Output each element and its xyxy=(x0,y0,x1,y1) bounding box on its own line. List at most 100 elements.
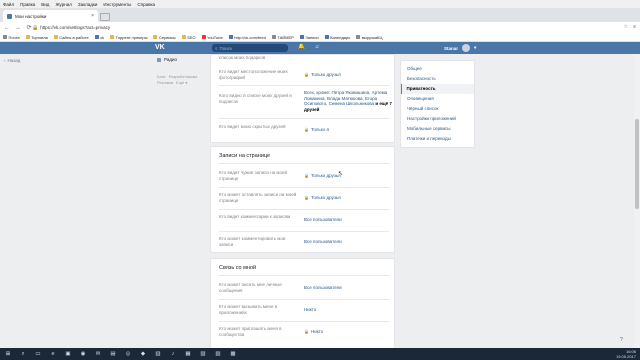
browser-menubar: Файл Правка Вид Журнал Закладки Инструме… xyxy=(0,0,640,8)
footer-link[interactable]: Ещё ▾ xyxy=(176,80,187,85)
url-field[interactable]: 🔒 https://vk.com/settings?act=privacy xyxy=(32,24,592,31)
lock-icon: 🔒 xyxy=(304,173,309,178)
settings-row: Кто может комментировать мои записи Все … xyxy=(219,234,389,251)
left-back-link: ‹ Назад xyxy=(4,58,20,63)
app-icon[interactable]: ▩ xyxy=(229,351,237,357)
row-value[interactable]: 🔒 Только друзья xyxy=(304,72,394,78)
user-menu[interactable]: Stanar ▾ xyxy=(444,44,476,52)
footer-link[interactable]: Разработчикам xyxy=(169,74,197,79)
app-icon[interactable]: ▦ xyxy=(184,351,192,357)
bookmark-item[interactable]: Сайты в работе xyxy=(53,35,89,40)
youtube-icon xyxy=(201,35,206,39)
section-divider xyxy=(219,275,389,276)
system-clock[interactable]: 16:06 19.05.2017 xyxy=(606,349,636,359)
url-text: https://vk.com/settings?act=privacy xyxy=(40,25,111,30)
settings-nav-payments[interactable]: Платежи и переводы xyxy=(401,134,474,144)
explorer-icon[interactable]: ▣ xyxy=(64,351,72,357)
settings-nav-notifications[interactable]: Оповещения xyxy=(401,94,474,104)
mail-icon[interactable]: ✉ xyxy=(94,351,102,357)
lock-icon: 🔒 xyxy=(304,72,309,77)
row-label: Кого видно в списке моих друзей и подпис… xyxy=(219,93,292,104)
settings-nav-apps[interactable]: Настройки приложений xyxy=(401,114,474,124)
footer-link[interactable]: Реклама xyxy=(157,80,173,85)
row-label: Кто видит комментарии к записям xyxy=(219,214,291,219)
timer-icon xyxy=(271,35,276,39)
row-label: Кто может комментировать мои записи xyxy=(219,236,286,247)
app-icon[interactable]: ▥ xyxy=(154,351,162,357)
vk-search-input[interactable]: ⌕ Поиск xyxy=(212,44,288,52)
app-icon[interactable]: ◎ xyxy=(124,351,132,357)
menu-file[interactable]: Файл xyxy=(3,2,14,7)
bookmark-item[interactable]: Торговля xyxy=(25,35,48,40)
start-icon[interactable]: ⊞ xyxy=(4,351,12,357)
app-icon[interactable]: ◆ xyxy=(139,351,147,357)
settings-nav-security[interactable]: Безопасность xyxy=(401,74,474,84)
bookmark-item[interactable]: SEO xyxy=(181,35,196,40)
help-icon[interactable]: ? xyxy=(620,337,623,343)
menu-view[interactable]: Вид xyxy=(41,2,49,7)
menu-help[interactable]: Справка xyxy=(137,2,155,7)
row-value[interactable]: 🔒 Только друзья xyxy=(304,195,394,201)
vk-logo[interactable]: VK xyxy=(155,44,169,52)
row-value[interactable]: Все пользователи xyxy=(304,285,394,291)
menu-history[interactable]: Журнал xyxy=(55,2,71,7)
bookmark-item[interactable]: Сервисы xyxy=(153,35,176,40)
task-view-icon[interactable]: ▭ xyxy=(34,351,42,357)
settings-row: Кто видит моих скрытых друзей 🔒 Только я xyxy=(219,121,389,141)
settings-row: Кого видно в списке моих друзей и подпис… xyxy=(219,88,392,119)
app-icon[interactable]: ▤ xyxy=(109,351,117,357)
radio-icon xyxy=(157,57,161,62)
star-icon[interactable]: ☆ xyxy=(624,24,628,30)
user-name: Stanar xyxy=(444,45,459,51)
bookmark-item[interactable]: Почта xyxy=(3,35,20,40)
menu-bookmarks[interactable]: Закладки xyxy=(78,2,97,7)
settings-row: Кто может вызывать меня в приложениях Ни… xyxy=(219,302,389,322)
music-icon[interactable]: ♫ xyxy=(315,44,319,50)
row-value[interactable]: Все пользователи xyxy=(304,239,394,245)
bookmark-item[interactable]: ТАЙМЕР xyxy=(271,35,294,40)
bookmark-item[interactable]: Торрент-трекеры xyxy=(110,35,147,40)
back-icon[interactable]: ← xyxy=(3,25,11,31)
row-value[interactable]: Все пользователи xyxy=(304,217,394,223)
section-title: Записи на странице xyxy=(219,153,271,159)
new-tab-button[interactable] xyxy=(100,13,110,21)
section-title: Связь со мной xyxy=(219,265,257,271)
bookmark-item[interactable]: Записи xyxy=(299,35,319,40)
close-tab-icon[interactable]: × xyxy=(91,13,94,19)
row-label: Кто может писать мне личные сообщения xyxy=(219,282,282,293)
row-value[interactable]: 🔒 Только я xyxy=(304,127,394,133)
folder-icon xyxy=(153,35,158,39)
tab-settings[interactable]: Мои настройки × xyxy=(3,10,98,22)
bookmark-item[interactable]: http://vk.com/feed xyxy=(228,35,266,40)
bell-icon[interactable]: 🔔 xyxy=(298,44,305,50)
page-scrollbar[interactable] xyxy=(634,54,640,348)
bookmark-item[interactable]: vk xyxy=(94,35,104,40)
browser-icon[interactable]: ◉ xyxy=(79,351,87,357)
privacy-panel-profile: список моих подарков Кто видит местополо… xyxy=(210,54,395,143)
row-value[interactable]: Никто xyxy=(304,307,394,313)
settings-nav-mobile[interactable]: Мобильные сервисы xyxy=(401,124,474,134)
bookmark-item[interactable]: Календарь xyxy=(324,35,350,40)
edge-icon[interactable]: e xyxy=(49,351,57,357)
bookmark-item[interactable]: YouTube xyxy=(201,35,223,40)
forward-icon[interactable]: → xyxy=(14,25,22,31)
settings-nav-privacy[interactable]: Приватность xyxy=(401,84,474,94)
menu-tools[interactable]: Инструменты xyxy=(103,2,131,7)
music-icon[interactable]: ♪ xyxy=(169,351,177,357)
app-icon[interactable]: ▧ xyxy=(199,351,207,357)
app-icon[interactable]: ▨ xyxy=(214,351,222,357)
row-value[interactable]: 🔒 Только друзья xyxy=(304,173,394,179)
settings-nav-general[interactable]: Общее xyxy=(401,64,474,74)
back-link[interactable]: ‹ Назад xyxy=(4,58,20,63)
settings-nav-blacklist[interactable]: Чёрный список xyxy=(401,104,474,114)
search-icon[interactable]: ⌕ xyxy=(19,351,27,358)
scrollbar-thumb[interactable] xyxy=(635,119,639,209)
menu-edit[interactable]: Правка xyxy=(20,2,35,7)
footer-link[interactable]: Блог xyxy=(157,74,166,79)
row-value[interactable]: Всех, кроме: Петра Яковишина, Артема Лом… xyxy=(304,90,394,112)
menu-icon[interactable]: ≡ xyxy=(633,24,636,30)
bookmark-item[interactable]: выручкаКЦ xyxy=(356,35,382,40)
folder-icon xyxy=(181,35,186,39)
row-value[interactable]: 🔒 Никто xyxy=(304,329,394,335)
nav-item-radio[interactable]: Радио xyxy=(157,57,177,62)
